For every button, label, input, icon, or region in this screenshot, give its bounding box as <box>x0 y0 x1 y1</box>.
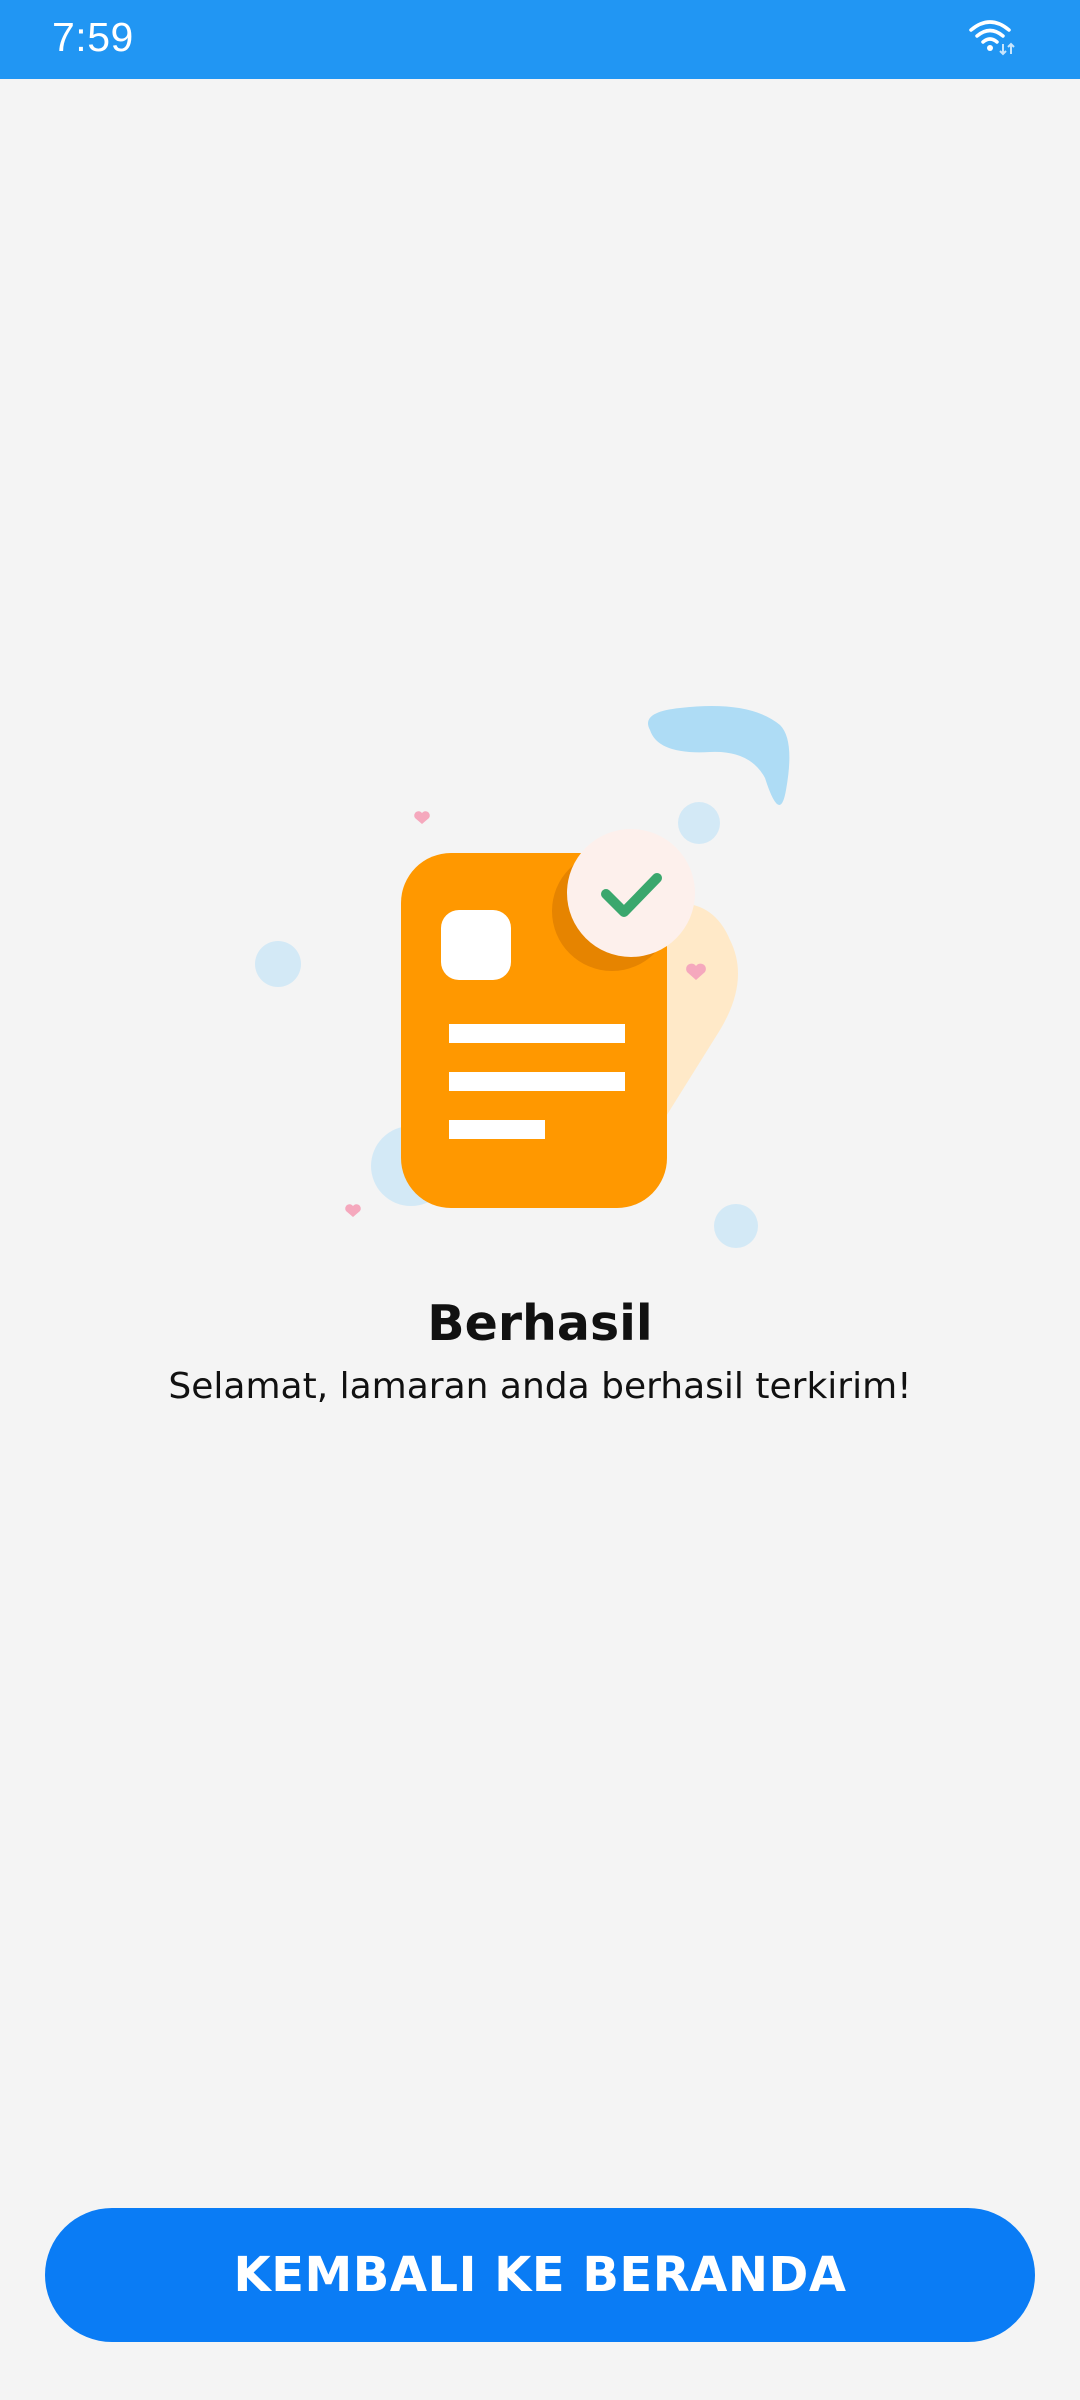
document-photo <box>441 910 511 980</box>
success-screen: 7:59 Berhasil Selamat, lamaran anda berh… <box>0 0 1080 2400</box>
heart-icon <box>414 811 430 824</box>
status-time: 7:59 <box>52 14 134 60</box>
bubble <box>678 802 720 844</box>
document-line <box>449 1120 545 1139</box>
document-line <box>449 1024 625 1043</box>
document-check-icon <box>255 706 790 1248</box>
success-title: Berhasil <box>427 1295 653 1352</box>
bubble <box>255 941 301 987</box>
back-to-home-label: KEMBALI KE BERANDA <box>233 2247 847 2303</box>
check-badge <box>567 829 695 957</box>
document-line <box>449 1072 625 1091</box>
status-bar: 7:59 <box>0 0 1080 79</box>
back-to-home-button[interactable]: KEMBALI KE BERANDA <box>45 2208 1035 2342</box>
blue-blob <box>648 706 790 805</box>
bubble <box>714 1204 758 1248</box>
wifi-icon <box>969 20 1015 56</box>
heart-icon <box>345 1204 361 1217</box>
success-message: Selamat, lamaran anda berhasil terkirim! <box>168 1366 912 1407</box>
